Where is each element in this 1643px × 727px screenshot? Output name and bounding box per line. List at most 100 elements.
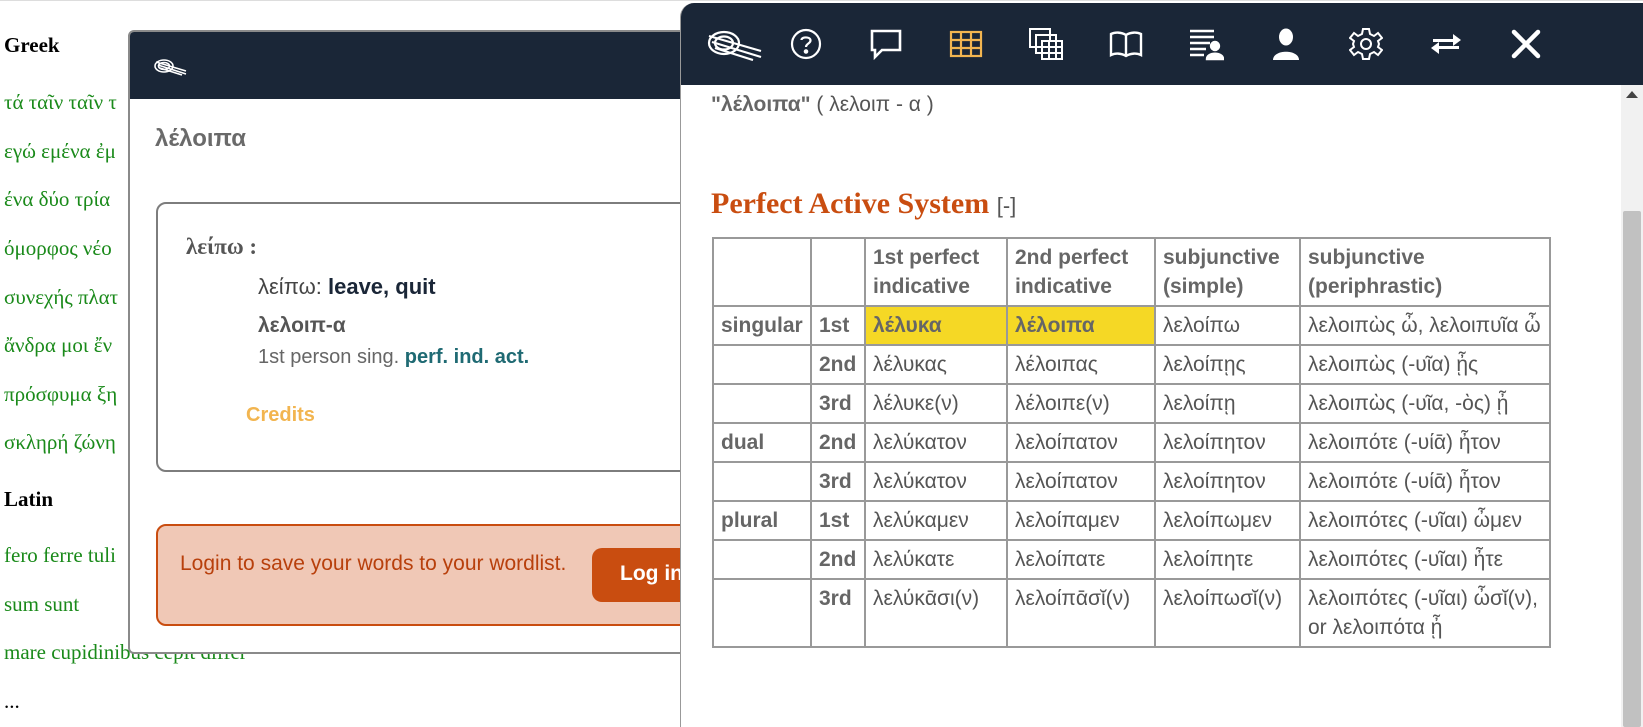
table-row: 3rd λέλυκε(ν) λέλοιπε(ν) λελοίπῃ λελοιπὼς (-… <box>712 383 1551 424</box>
table-icon <box>949 29 983 59</box>
swap-position-button[interactable] <box>1423 21 1469 67</box>
alpheios-logo-button[interactable] <box>703 21 765 67</box>
greek-text-line[interactable]: σκληρή ζώνη <box>4 430 116 455</box>
morph-person-number: 1st person sing. <box>258 346 400 368</box>
latin-text-line[interactable]: fero ferre tuli <box>4 543 116 568</box>
matching-form-cell: λέλοιπα <box>1006 305 1156 346</box>
definition-text: leave, quit <box>327 274 436 299</box>
options-button[interactable] <box>1343 21 1389 67</box>
table-row: plural 1st λελύκαμεν λελοίπαμεν λελοίπωμεν λε… <box>712 500 1551 541</box>
inflections-button[interactable] <box>943 21 989 67</box>
popup-header[interactable] <box>130 32 686 99</box>
inflections-browser-button[interactable] <box>1023 21 1069 67</box>
number-label <box>712 578 812 648</box>
login-message: Login to save your words to your wordlis… <box>180 552 567 575</box>
inflection-panel: "λέλοιπα" ( λελοιπ - α ) Perfect Active … <box>680 3 1643 727</box>
selected-word: λέλοιπα <box>155 125 247 152</box>
login-button[interactable]: Log in <box>592 548 686 602</box>
matching-form-cell: λέλυκα <box>864 305 1008 346</box>
person-label: 2nd <box>810 422 866 463</box>
table-row: singular 1st λέλυκα λέλοιπα λελοίπω λελοιπὼς … <box>712 305 1551 346</box>
inflection-heading: "λέλοιπα" ( λελοιπ - α ) <box>711 93 934 117</box>
form-cell: λελοιπότε (-υίᾱ) ἦτον <box>1299 461 1551 502</box>
wordlist-button[interactable] <box>1183 21 1229 67</box>
form-cell: λελοίπητον <box>1154 422 1301 463</box>
morph-tense-mood-voice: perf. ind. act. <box>404 346 530 368</box>
greek-text-line[interactable]: ἄνδρα μοι ἔν <box>4 333 112 358</box>
section-title-text: Perfect Active System <box>711 187 990 220</box>
greek-text-line[interactable]: ένα δύο τρία <box>4 187 110 212</box>
lookup-popup: λέλοιπα λείπω : λείπω: leave, quit λελοι… <box>128 30 688 654</box>
form-cell: λελοίπωσῐ(ν) <box>1154 578 1301 648</box>
section-heading-greek: Greek <box>4 33 60 57</box>
person-label: 2nd <box>810 344 866 385</box>
form-cell: λελοιπὼς (-υῖα) ᾖς <box>1299 344 1551 385</box>
table-row: 3rd λελύκᾱσι(ν) λελοίπᾱσῐ(ν) λελοίπωσῐ(ν) λε… <box>712 578 1551 648</box>
form-cell: λελύκατον <box>864 422 1008 463</box>
login-notice: Login to save your words to your wordlis… <box>156 524 686 626</box>
form-cell: λελοιπότε (-υίᾱ) ἦτον <box>1299 422 1551 463</box>
swap-arrows-icon <box>1429 30 1463 58</box>
paradigm-table: 1st perfect indicative 2nd perfect indica… <box>712 237 1551 648</box>
panel-scrollbar[interactable] <box>1621 85 1643 727</box>
number-label: dual <box>712 422 812 463</box>
table-row: dual 2nd λελύκατον λελοίπατον λελοίπητον λελο… <box>712 422 1551 463</box>
close-panel-button[interactable] <box>1503 21 1549 67</box>
greek-text-line[interactable]: πρόσφυμα ξη <box>4 382 117 407</box>
close-icon <box>1510 28 1542 60</box>
form-cell: λελοίπατον <box>1006 461 1156 502</box>
number-label: plural <box>712 500 812 541</box>
number-label <box>712 461 812 502</box>
form-cell: λελύκατε <box>864 539 1008 580</box>
greek-text-line[interactable]: τά ταῖν ταῖν τ <box>4 90 117 115</box>
form-cell: λελοίπατον <box>1006 422 1156 463</box>
latin-text-line[interactable]: sum sunt <box>4 592 79 617</box>
user-button[interactable] <box>1263 21 1309 67</box>
person-label: 1st <box>810 500 866 541</box>
latin-text-line[interactable]: ... <box>4 689 20 714</box>
grammar-button[interactable] <box>1103 21 1149 67</box>
table-row: 2nd λέλυκας λέλοιπας λελοίπῃς λελοιπὼς (-υῖα… <box>712 344 1551 385</box>
greek-text-line[interactable]: όμορφος νέο <box>4 236 112 261</box>
alpheios-logo-icon <box>705 27 763 61</box>
panel-toolbar <box>681 3 1643 85</box>
question-icon <box>789 27 823 61</box>
form-cell: λελοιπότες (-υῖαι) ἦτε <box>1299 539 1551 580</box>
number-label <box>712 383 812 424</box>
form-cell: λέλυκε(ν) <box>864 383 1008 424</box>
form-cell: λελύκαμεν <box>864 500 1008 541</box>
section-collapse-toggle[interactable]: [-] <box>997 193 1017 218</box>
form-cell: λελοίπωμεν <box>1154 500 1301 541</box>
credits-link[interactable]: Credits <box>246 404 315 427</box>
lemma-heading: λείπω : <box>186 234 258 259</box>
scroll-thumb[interactable] <box>1623 211 1641 727</box>
definitions-button[interactable] <box>863 21 909 67</box>
person-label: 3rd <box>810 383 866 424</box>
form-cell: λέλοιπε(ν) <box>1006 383 1156 424</box>
form-cell: λελοίπητε <box>1154 539 1301 580</box>
person-label: 1st <box>810 305 866 346</box>
morphology-line: 1st person sing. perf. ind. act. <box>258 346 529 369</box>
open-book-icon <box>1108 29 1144 59</box>
column-header <box>712 237 812 307</box>
form-cell: λελοίπω <box>1154 305 1301 346</box>
form-cell: λέλυκας <box>864 344 1008 385</box>
form-cell: λελύκᾱσι(ν) <box>864 578 1008 648</box>
column-header: subjunctive (periphrastic) <box>1299 237 1551 307</box>
lexeme-panel: λείπω : λείπω: leave, quit λελοιπ-α 1st … <box>156 202 686 472</box>
form-cell: λελοιπὼς ὦ, λελοιπυῖα ὦ <box>1299 305 1551 346</box>
form-cell: λελοιπότες (-υῖαι) ὦμεν <box>1299 500 1551 541</box>
greek-text-line[interactable]: εγώ εμένα ἐμ <box>4 139 116 164</box>
form-cell: λελοίπῃ <box>1154 383 1301 424</box>
form-cell: λελοιπὼς (-υῖα, -ὸς) ᾖ <box>1299 383 1551 424</box>
column-header: 1st perfect indicative <box>864 237 1008 307</box>
speech-bubble-icon <box>869 27 903 61</box>
form-cell: λέλοιπας <box>1006 344 1156 385</box>
form-cell: λελύκατον <box>864 461 1008 502</box>
greek-text-line[interactable]: συνεχής πλατ <box>4 285 118 310</box>
help-button[interactable] <box>783 21 829 67</box>
section-title: Perfect Active System [-] <box>711 187 1016 221</box>
gear-icon <box>1349 27 1383 61</box>
stacked-tables-icon <box>1028 27 1064 61</box>
scroll-up-arrow-icon[interactable] <box>1626 91 1638 98</box>
